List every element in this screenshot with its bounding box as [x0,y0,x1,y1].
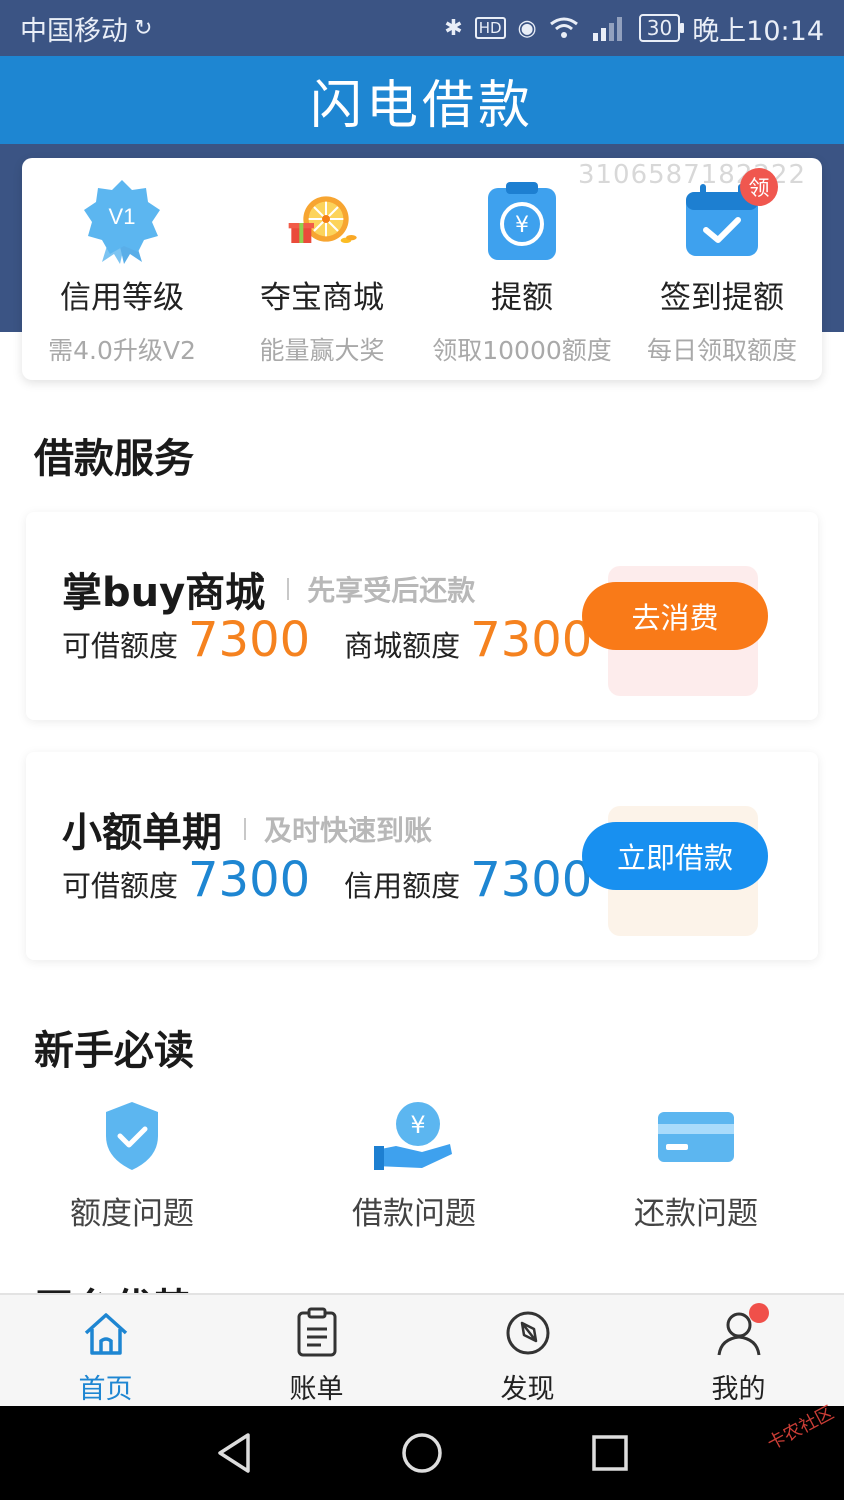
feature-subtitle: 能量赢大奖 [259,336,385,365]
feature-subtitle: 领取10000额度 [432,336,612,365]
tab-mine[interactable]: 我的 [633,1295,844,1406]
guide-label: 还款问题 [634,1196,758,1232]
wifi-icon [549,17,578,38]
v1-badge-icon: V1 [82,178,162,264]
loan-product-tag: 及时快速到账 [264,814,433,847]
feature-checkin[interactable]: 领 签到提额 每日领取额度 [622,158,822,380]
home-icon [80,1307,132,1359]
feature-subtitle: 需4.0升级V2 [48,336,196,365]
guide-item-loan[interactable]: ¥ 借款问题 [352,1098,476,1233]
kanong-logo-watermark: 卡农社区 [763,1402,838,1455]
feature-subtitle: 每日领取额度 [646,336,797,365]
bluetooth-icon: ✱ [444,15,463,41]
claim-badge: 领 [740,168,778,206]
shield-check-icon [90,1098,174,1174]
loan-card-mall[interactable]: 掌buy商城 先享受后还款 可借额度 7300 商城额度 7300 去消费 [26,512,818,720]
hand-coin-icon: ¥ [372,1098,456,1174]
system-nav-bar: 卡农社区 [0,1402,844,1500]
carrier-name: 中国移动 [20,15,128,47]
sync-icon: ↻ [134,15,153,41]
mall-limit-value: 7300 [470,612,593,668]
guide-label: 额度问题 [70,1196,194,1232]
available-limit-label: 可借额度 [62,869,179,903]
compass-icon [502,1307,554,1359]
hd-icon: HD [474,17,506,39]
tab-bill[interactable]: 账单 [211,1295,422,1406]
feature-title: 签到提额 [660,280,784,316]
battery-indicator: 30 [638,14,685,42]
mall-limit-label: 商城额度 [344,629,461,663]
feature-raise-limit[interactable]: ¥ 提额 领取10000额度 [422,158,622,380]
guide-item-repay[interactable]: 还款问题 [634,1098,758,1233]
calendar-check-icon: 领 [682,168,778,264]
divider [287,578,290,600]
back-icon[interactable] [214,1431,254,1475]
loan-product-tag: 先享受后还款 [307,574,476,607]
feature-card: 3106587182222 V1 信用等级 需4.0升级V2 夺宝商城 能量赢大… [22,158,822,380]
user-icon [713,1303,769,1359]
bottom-tab-bar: 首页 账单 发现 我的 [0,1293,844,1406]
notification-dot [748,1303,769,1323]
page-title: 闪电借款 [309,75,534,136]
credit-limit-value: 7300 [470,852,593,908]
available-limit-label: 可借额度 [62,629,179,663]
guide-section-title: 新手必读 [34,1028,194,1074]
tab-label: 首页 [78,1374,133,1405]
home-button-icon[interactable] [400,1431,444,1475]
recents-icon[interactable] [590,1431,630,1475]
feature-credit-level[interactable]: V1 信用等级 需4.0升级V2 [22,158,222,380]
borrow-now-button[interactable]: 立即借款 [582,822,768,890]
app-header: 闪电借款 [0,56,844,144]
clipboard-yen-icon: ¥ [482,178,562,264]
svg-text:¥: ¥ [410,1111,425,1139]
svg-text:¥: ¥ [515,213,529,238]
tab-label: 发现 [500,1374,555,1405]
credit-card-icon [654,1098,738,1174]
prize-wheel-icon [282,178,362,264]
tab-discover[interactable]: 发现 [422,1295,633,1406]
loan-card-small[interactable]: 小额单期 及时快速到账 可借额度 7300 信用额度 7300 立即借款 [26,752,818,960]
bill-icon [291,1307,343,1359]
consume-button[interactable]: 去消费 [582,582,768,650]
tab-label: 账单 [289,1374,344,1405]
guide-label: 借款问题 [352,1196,476,1232]
loan-section-title: 借款服务 [34,436,194,482]
feature-title: 信用等级 [60,280,184,316]
available-limit-value: 7300 [188,852,311,908]
feature-prize-mall[interactable]: 夺宝商城 能量赢大奖 [222,158,422,380]
clock: 晚上10:14 [692,15,824,47]
status-bar: 中国移动 ↻ ✱ HD ◉ 30 晚上10:14 [0,0,844,56]
feature-title: 夺宝商城 [260,280,384,316]
loan-product-name: 掌buy商城 [62,570,266,616]
feature-title: 提额 [491,280,553,316]
loan-product-name: 小额单期 [62,810,222,856]
divider [244,818,246,840]
eye-icon: ◉ [517,15,537,41]
svg-text:V1: V1 [109,204,136,229]
guide-item-limit[interactable]: 额度问题 [70,1098,194,1233]
credit-limit-label: 信用额度 [344,869,461,903]
tab-home[interactable]: 首页 [0,1295,211,1406]
tab-label: 我的 [711,1374,766,1405]
available-limit-value: 7300 [188,612,311,668]
signal-icon [592,17,622,41]
